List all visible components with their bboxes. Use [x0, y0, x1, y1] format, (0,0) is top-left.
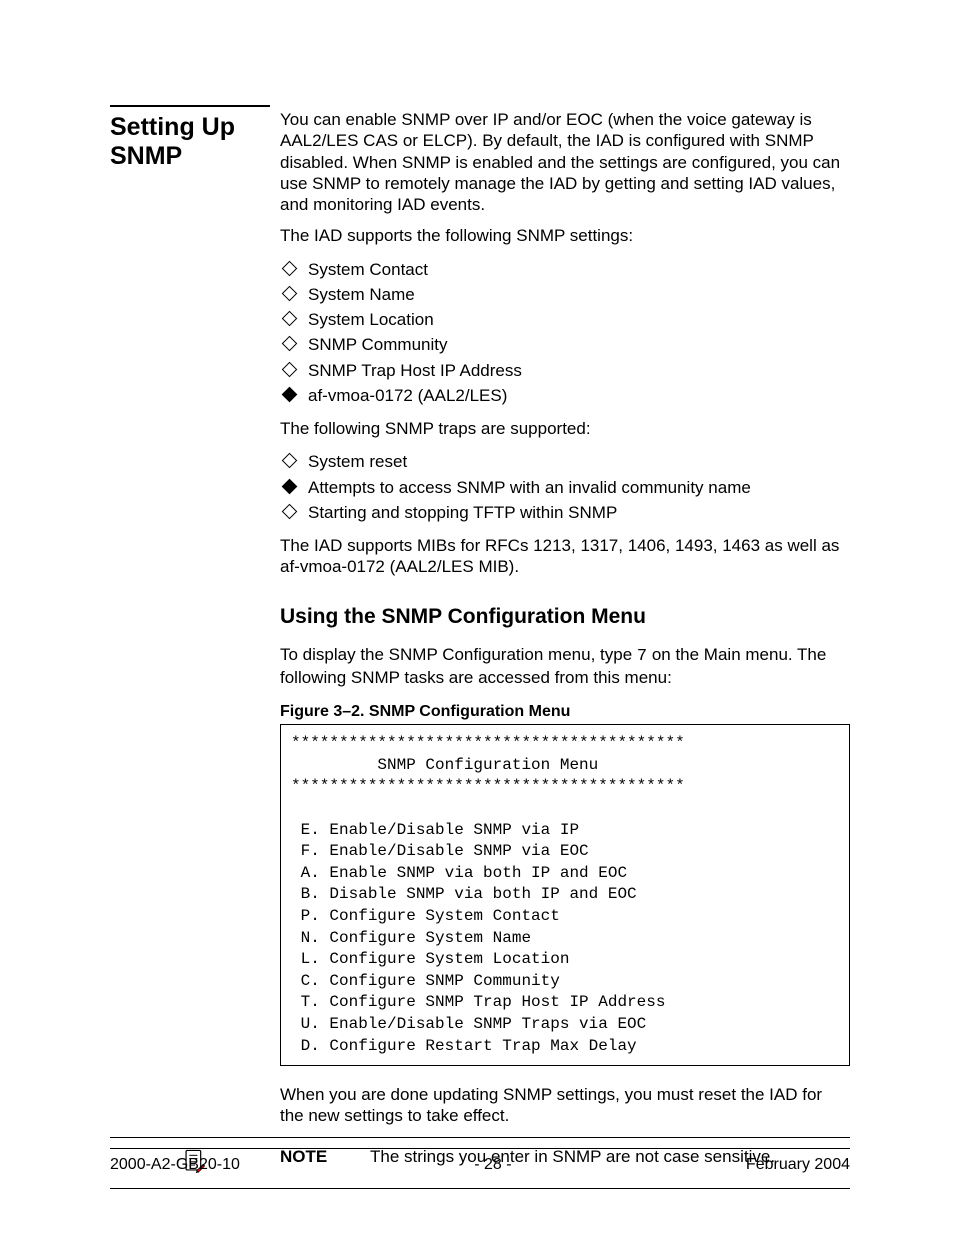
heading-line-1: Setting Up [110, 113, 235, 141]
display-intro-key: 7 [637, 647, 647, 666]
list-item-text: System Name [308, 285, 415, 304]
list-item: Starting and stopping TFTP within SNMP [280, 500, 850, 525]
traps-list: System reset Attempts to access SNMP wit… [280, 449, 850, 525]
section-heading: Setting Up SNMP [110, 113, 270, 171]
diamond-icon [282, 386, 298, 402]
list-item: SNMP Community [280, 332, 850, 357]
display-intro: To display the SNMP Configuration menu, … [280, 644, 850, 689]
diamond-icon [282, 478, 298, 494]
list-item: SNMP Trap Host IP Address [280, 358, 850, 383]
list-item-text: System Contact [308, 260, 428, 279]
figure-caption: Figure 3–2. SNMP Configuration Menu [280, 702, 850, 722]
list-item-text: Attempts to access SNMP with an invalid … [308, 478, 751, 497]
list-item-text: SNMP Community [308, 335, 448, 354]
body-column: You can enable SNMP over IP and/or EOC (… [280, 105, 850, 1189]
list-item: System Contact [280, 257, 850, 282]
diamond-icon [282, 285, 298, 301]
list-item: af-vmoa-0172 (AAL2/LES) [280, 383, 850, 408]
list-item-text: af-vmoa-0172 (AAL2/LES) [308, 386, 507, 405]
page: Setting Up SNMP You can enable SNMP over… [0, 0, 954, 1235]
page-footer: 2000-A2-GB20-10 - 28 - February 2004 [110, 1148, 850, 1175]
settings-list: System Contact System Name System Locati… [280, 257, 850, 409]
intro-paragraph-1: You can enable SNMP over IP and/or EOC (… [280, 109, 850, 215]
list-item-text: SNMP Trap Host IP Address [308, 361, 522, 380]
subheading: Using the SNMP Configuration Menu [280, 604, 850, 630]
list-item: System Location [280, 307, 850, 332]
footer-right: February 2004 [746, 1155, 850, 1175]
diamond-icon [282, 260, 298, 276]
section-heading-block: Setting Up SNMP [110, 105, 270, 171]
mibs-paragraph: The IAD supports MIBs for RFCs 1213, 131… [280, 535, 850, 578]
list-item: System Name [280, 282, 850, 307]
diamond-icon [282, 336, 298, 352]
figure-body: ****************************************… [280, 724, 850, 1066]
footer-center: - 28 - [474, 1155, 511, 1175]
diamond-icon [282, 311, 298, 327]
footer-left: 2000-A2-GB20-10 [110, 1155, 240, 1175]
traps-intro: The following SNMP traps are supported: [280, 418, 850, 439]
list-item-text: System reset [308, 452, 407, 471]
display-intro-pre: To display the SNMP Configuration menu, … [280, 645, 637, 664]
intro-paragraph-2: The IAD supports the following SNMP sett… [280, 225, 850, 246]
diamond-icon [282, 453, 298, 469]
diamond-icon [282, 361, 298, 377]
list-item-text: Starting and stopping TFTP within SNMP [308, 503, 617, 522]
list-item: Attempts to access SNMP with an invalid … [280, 475, 850, 500]
content-area: Setting Up SNMP You can enable SNMP over… [110, 105, 850, 1189]
list-item-text: System Location [308, 310, 434, 329]
list-item: System reset [280, 449, 850, 474]
after-figure-paragraph: When you are done updating SNMP settings… [280, 1084, 850, 1127]
heading-line-2: SNMP [110, 142, 182, 170]
diamond-icon [282, 503, 298, 519]
